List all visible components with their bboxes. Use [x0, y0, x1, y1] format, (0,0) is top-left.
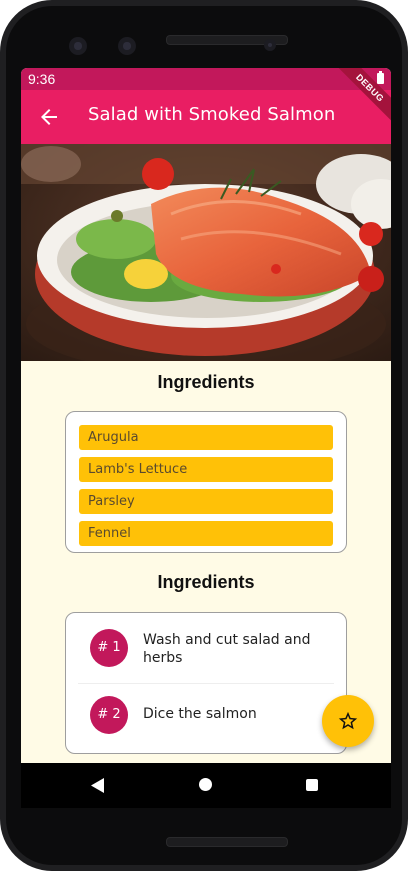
app-screen: 9:36 Salad with Smoked Salmon DEBUG Ingr… [21, 68, 391, 808]
ingredients-card: Arugula Lamb's Lettuce Parsley Fennel [65, 411, 347, 553]
front-camera-icon [69, 37, 87, 55]
star-outline-icon [338, 711, 358, 730]
ingredient-item[interactable]: Lamb's Lettuce [79, 457, 333, 482]
favorite-fab-button[interactable] [322, 695, 374, 747]
ingredient-item[interactable]: Arugula [79, 425, 333, 450]
steps-card: # 1 Wash and cut salad and herbs # 2 Dic… [65, 612, 347, 754]
ingredient-item[interactable]: Parsley [79, 489, 333, 514]
ingredients-heading: Ingredients [157, 372, 255, 392]
battery-icon [377, 71, 384, 84]
nav-back-icon[interactable] [91, 778, 105, 793]
status-bar: 9:36 [21, 68, 391, 90]
page-title: Salad with Smoked Salmon [88, 104, 336, 125]
hero-image [21, 144, 391, 361]
bottom-speaker [166, 837, 288, 847]
status-time: 9:36 [28, 71, 56, 87]
nav-home-icon[interactable] [199, 778, 212, 791]
ingredient-item[interactable]: Fennel [79, 521, 333, 546]
system-nav-bar [21, 763, 391, 808]
step-text: Wash and cut salad and herbs [143, 632, 311, 666]
step-text: Dice the salmon [143, 706, 257, 722]
step-number-badge: # 2 [90, 696, 128, 734]
app-bar: Salad with Smoked Salmon [21, 90, 391, 144]
front-sensor-icon [118, 37, 136, 55]
proximity-sensor-icon [264, 39, 276, 51]
step-row[interactable]: # 1 Wash and cut salad and herbs [66, 617, 346, 677]
step-row[interactable]: # 2 Dice the salmon [66, 684, 346, 744]
nav-recents-icon[interactable] [306, 779, 318, 791]
back-arrow-icon[interactable] [37, 105, 61, 129]
steps-heading: Ingredients [157, 572, 255, 592]
step-number-badge: # 1 [90, 629, 128, 667]
